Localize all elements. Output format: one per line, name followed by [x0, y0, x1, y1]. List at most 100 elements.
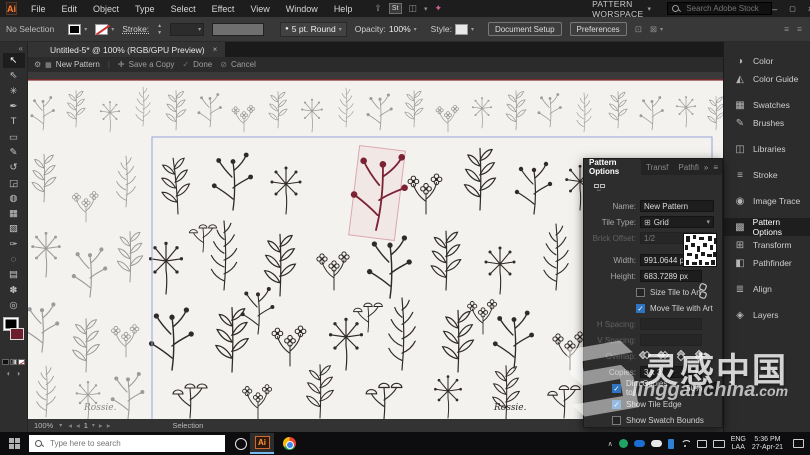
taskbar-illustrator-icon[interactable]: Ai: [250, 433, 274, 454]
first-artboard-icon[interactable]: [68, 421, 72, 430]
height-input[interactable]: 683.7289 px: [640, 270, 702, 282]
artboard-dropdown-icon[interactable]: [92, 422, 95, 429]
panel-options-icon[interactable]: [784, 24, 789, 34]
chevron-down-icon[interactable]: [111, 26, 114, 33]
your-phone-icon[interactable]: [667, 438, 674, 449]
move-tile-label[interactable]: Move Tile with Art: [650, 304, 713, 313]
touch-keyboard-icon[interactable]: [712, 439, 725, 448]
menu-object[interactable]: Object: [85, 4, 127, 14]
tool-rectangle[interactable]: ▭: [3, 129, 25, 144]
menu-help[interactable]: Help: [326, 4, 361, 14]
tool-mesh[interactable]: ▦: [3, 206, 25, 221]
cortana-button[interactable]: [235, 437, 247, 450]
taskbar-chrome-icon[interactable]: [277, 433, 301, 454]
fill-stroke-indicator[interactable]: [1, 317, 27, 357]
panel-menu-icon[interactable]: [713, 163, 718, 172]
screen-mode-button[interactable]: ◑: [16, 369, 21, 378]
overlap-left-front-button[interactable]: [638, 350, 652, 361]
overlap-top-front-button[interactable]: [676, 349, 688, 362]
style-swatch[interactable]: [454, 23, 468, 35]
dock-item-color[interactable]: ◑ Color: [724, 52, 810, 70]
tool-zoom[interactable]: ◎: [3, 298, 25, 313]
dock-item-image-trace[interactable]: ◉ Image Trace: [724, 192, 810, 210]
wifi-icon[interactable]: [680, 439, 691, 448]
tab-pattern-options[interactable]: Pattern Options: [584, 158, 642, 176]
document-tab[interactable]: Untitled-5* @ 100% (RGB/GPU Preview): [28, 42, 226, 57]
menu-type[interactable]: Type: [127, 4, 163, 14]
stroke-width-stepper[interactable]: ▲ ▼: [157, 23, 162, 35]
draw-mode-button[interactable]: ◐: [7, 369, 12, 378]
dim-copies-checkbox[interactable]: [612, 383, 621, 393]
next-artboard-icon[interactable]: [99, 421, 103, 430]
save-copy-button[interactable]: Save a Copy: [118, 60, 175, 69]
tile-type-dropdown[interactable]: Grid: [640, 216, 714, 228]
action-center-icon[interactable]: [793, 439, 804, 448]
tray-expand-icon[interactable]: ∧: [608, 440, 613, 448]
tool-rotate[interactable]: ↺: [3, 160, 25, 175]
size-tile-label[interactable]: Size Tile to Art: [650, 288, 701, 297]
dock-item-libraries[interactable]: ◫ Libraries: [724, 140, 810, 158]
share-icon[interactable]: [374, 3, 382, 14]
menu-file[interactable]: File: [23, 4, 54, 14]
adobe-stock-search[interactable]: [667, 2, 773, 15]
zoom-dropdown-icon[interactable]: [59, 422, 62, 429]
workspace-switcher[interactable]: PATTERN WORSPACE: [592, 0, 651, 19]
pattern-tile-tool-button[interactable]: ↔: [590, 181, 608, 196]
taskbar-search[interactable]: [29, 435, 225, 452]
copies-dropdown[interactable]: 3 x 3: [640, 366, 702, 378]
minimize-button[interactable]: [772, 4, 777, 14]
align-pixel-grid-icon[interactable]: [635, 24, 642, 35]
stroke-swatch[interactable]: [9, 328, 24, 341]
tool-shape-builder[interactable]: ◍: [3, 191, 25, 206]
show-swatch-bounds-label[interactable]: Show Swatch Bounds: [626, 416, 704, 425]
style-control[interactable]: Style:: [431, 23, 474, 35]
chevron-down-icon[interactable]: [84, 26, 87, 33]
menu-edit[interactable]: Edit: [54, 4, 86, 14]
cancel-button[interactable]: Cancel: [220, 60, 256, 69]
menu-window[interactable]: Window: [278, 4, 326, 14]
tab-pathfinder[interactable]: Pathfi: [673, 159, 703, 175]
collapse-tools-icon[interactable]: [19, 42, 27, 53]
tool-graph[interactable]: ▤: [3, 267, 25, 282]
document-setup-button[interactable]: Document Setup: [487, 22, 562, 36]
onedrive-icon[interactable]: [633, 440, 645, 447]
tool-paintbrush[interactable]: ✎: [3, 145, 25, 160]
restore-button[interactable]: [789, 5, 796, 13]
snap-options-icon[interactable]: [650, 24, 657, 35]
tool-hand[interactable]: ✽: [3, 282, 25, 297]
adobe-stock-badge[interactable]: St: [388, 3, 402, 14]
dock-item-layers[interactable]: ◈ Layers: [724, 306, 810, 324]
touch-tool-icon[interactable]: [435, 3, 443, 14]
last-artboard-icon[interactable]: [107, 421, 111, 430]
arrange-documents-icon[interactable]: [409, 3, 418, 14]
show-swatch-bounds-checkbox[interactable]: [612, 415, 621, 425]
language-indicator[interactable]: ENG LAA: [731, 436, 746, 452]
dock-item-stroke[interactable]: ≡ Stroke: [724, 166, 810, 184]
tool-selection[interactable]: ↖: [2, 53, 25, 69]
tab-transform[interactable]: Transf: [641, 159, 673, 175]
tool-magic-wand[interactable]: ✳: [3, 84, 25, 99]
close-tab-icon[interactable]: [213, 45, 218, 54]
menu-effect[interactable]: Effect: [204, 4, 243, 14]
tool-pen[interactable]: ✒: [3, 99, 25, 114]
dock-item-swatches[interactable]: ▦ Swatches: [724, 96, 810, 114]
tool-symbol-sprayer[interactable]: ◌: [3, 252, 25, 267]
adobe-stock-search-input[interactable]: [684, 3, 773, 14]
name-input[interactable]: New Pattern: [640, 200, 714, 212]
list-options-icon[interactable]: [797, 24, 802, 34]
dock-item-transform[interactable]: ⊞ Transform: [724, 236, 810, 254]
move-tile-checkbox[interactable]: [636, 303, 645, 313]
pattern-settings-icon[interactable]: [34, 60, 41, 69]
overlap-right-front-button[interactable]: [656, 350, 670, 361]
show-tile-edge-label[interactable]: Show Tile Edge: [626, 400, 682, 409]
fill-color-swatch[interactable]: [68, 23, 82, 35]
stroke-panel-link[interactable]: Stroke:: [122, 24, 149, 34]
clock[interactable]: 5:36 PM 27-Apr-21: [752, 436, 783, 452]
tool-direct-selection[interactable]: ⇖: [3, 68, 25, 83]
stroke-color-swatch[interactable]: [95, 23, 109, 35]
variable-width-profile[interactable]: [212, 22, 265, 36]
color-mode-button[interactable]: [2, 359, 9, 366]
none-mode-button[interactable]: [18, 359, 25, 366]
touchpad-icon[interactable]: [696, 439, 707, 448]
preferences-button[interactable]: Preferences: [569, 22, 627, 36]
